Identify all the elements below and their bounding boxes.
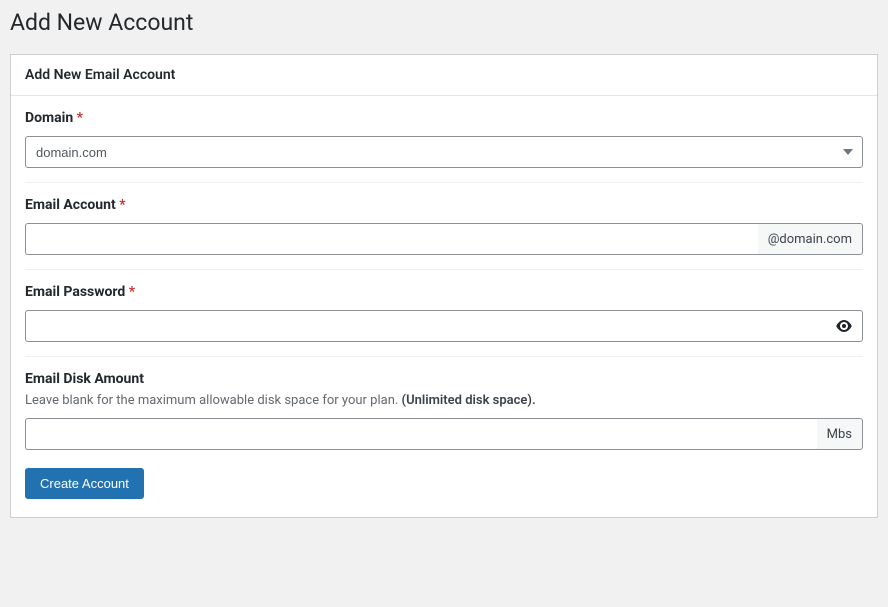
email-account-input-group: @domain.com	[25, 223, 863, 255]
disk-amount-input-group: Mbs	[25, 418, 863, 450]
disk-amount-helper: Leave blank for the maximum allowable di…	[25, 393, 863, 408]
disk-unit-suffix: Mbs	[817, 418, 863, 450]
field-domain: Domain * domain.com	[25, 110, 863, 183]
domain-label-text: Domain	[25, 110, 73, 126]
panel-add-email-account: Add New Email Account Domain * domain.co…	[10, 54, 878, 518]
email-domain-suffix: @domain.com	[758, 223, 863, 255]
domain-label: Domain *	[25, 110, 863, 126]
panel-header: Add New Email Account	[11, 55, 877, 96]
email-account-label-text: Email Account	[25, 197, 116, 213]
required-mark: *	[119, 197, 125, 213]
email-password-input-group	[25, 310, 863, 342]
eye-icon	[836, 320, 852, 332]
email-account-input[interactable]	[25, 223, 758, 255]
panel-body: Domain * domain.com Email Account *	[11, 96, 877, 517]
email-password-input[interactable]	[25, 310, 826, 342]
create-account-button[interactable]: Create Account	[25, 468, 144, 499]
field-email-account: Email Account * @domain.com	[25, 197, 863, 270]
email-password-label: Email Password *	[25, 284, 863, 300]
disk-helper-text: Leave blank for the maximum allowable di…	[25, 393, 402, 408]
domain-select-wrap: domain.com	[25, 136, 863, 168]
email-password-label-text: Email Password	[25, 284, 125, 300]
disk-amount-input[interactable]	[25, 418, 817, 450]
email-account-label: Email Account *	[25, 197, 863, 213]
toggle-password-visibility[interactable]	[826, 310, 863, 342]
required-mark: *	[77, 110, 83, 126]
domain-select[interactable]: domain.com	[25, 136, 863, 168]
disk-helper-strong: (Unlimited disk space).	[402, 393, 536, 408]
field-email-password: Email Password *	[25, 284, 863, 357]
disk-amount-label: Email Disk Amount	[25, 371, 863, 387]
required-mark: *	[129, 284, 135, 300]
page-title: Add New Account	[10, 0, 878, 54]
field-disk-amount: Email Disk Amount Leave blank for the ma…	[25, 371, 863, 499]
